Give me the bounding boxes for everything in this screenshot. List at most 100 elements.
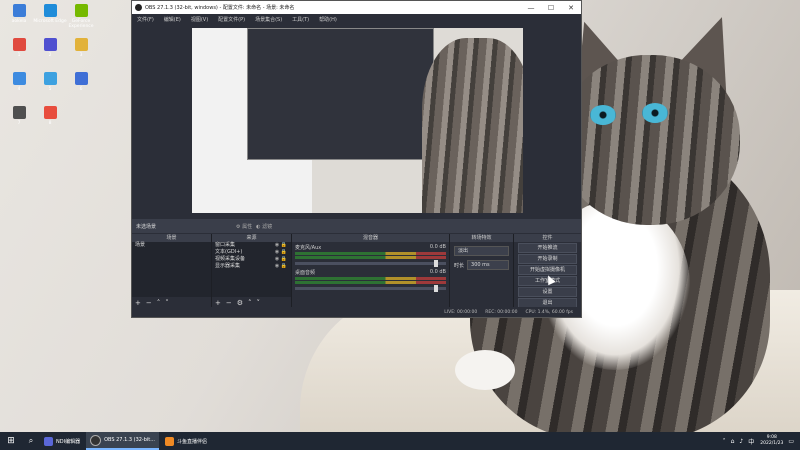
filters-button[interactable]: ◐ 滤镜 [256,223,272,230]
source-label: 窗口采集 [215,242,236,248]
source-settings-icon[interactable]: ⚙ [237,299,243,307]
slider-handle[interactable] [434,260,438,267]
scenes-header: 场景 [132,234,211,242]
visibility-icon[interactable]: ◉ 🔒 [275,263,287,270]
start-button[interactable]: ⊞ [0,436,22,446]
scene-item[interactable]: 场景 [132,242,211,249]
visibility-icon[interactable]: ◉ 🔒 [275,256,287,263]
source-item[interactable]: 显示器采集 ◉ 🔒 [212,263,291,270]
menu-help[interactable]: 帮助(H) [314,16,342,23]
search-icon[interactable]: ⌕ [22,436,40,446]
menu-view[interactable]: 视图(V) [186,16,213,23]
transitions-header: 转场特效 [450,234,513,242]
start-streaming-button[interactable]: 开始推流 [518,243,577,253]
preview-nested-obs [247,28,434,160]
volume-slider[interactable] [295,285,446,292]
desktop-icon[interactable]: Microsoft Edge [33,4,67,24]
menu-tools[interactable]: 工具(T) [287,16,314,23]
remove-source-button[interactable]: − [226,299,232,307]
visibility-icon[interactable]: ◉ 🔒 [275,242,287,249]
desktop-icon-label: 7 [17,121,21,126]
obs-titlebar[interactable]: OBS 27.1.3 (32-bit, windows) - 配置文件: 未命名… [132,1,581,14]
desktop-icon[interactable]: 5 [33,72,67,92]
maximize-button[interactable]: ☐ [541,4,561,12]
menu-bar: 文件(F) 编辑(E) 视图(V) 配置文件(P) 场景集合(S) 工具(T) … [132,14,581,24]
wallpaper-cat-eye-right [642,103,668,123]
ime-icon[interactable]: 中 [748,437,754,446]
properties-button[interactable]: ⚙ 属性 [236,223,252,230]
desktop-icon[interactable]: aokela [2,4,36,24]
menu-profile[interactable]: 配置文件(P) [213,16,250,23]
start-virtual-camera-button[interactable]: 开始虚拟摄像机 [518,265,577,275]
clock-date: 2022/1/23 [760,441,784,446]
add-scene-button[interactable]: + [135,299,141,307]
menu-edit[interactable]: 编辑(E) [159,16,186,23]
channel-db: 0.0 dB [429,269,446,275]
scene-toolbar: 未选场景 ⚙ 属性 ◐ 滤镜 [132,219,581,233]
desktop-icon[interactable]: 1 [2,38,36,58]
desktop-icon[interactable]: 3 [64,38,98,58]
source-label: 文本(GDI+) [215,249,243,255]
desktop-icon[interactable]: GeForce Experience [64,4,98,29]
move-down-icon[interactable]: ˅ [165,299,169,307]
wallpaper-cat-eye-left [590,105,616,125]
desktop-icon[interactable]: 8 [33,106,67,126]
duration-input[interactable]: 300 ms [467,260,509,270]
preview-canvas[interactable] [192,28,523,213]
desktop-icon[interactable]: 7 [2,106,36,126]
sources-panel: 来源 窗口采集 ◉ 🔒 文本(GDI+) ◉ 🔒 视频采集设备 ◉ 🔒 显示器采集 ◉ … [212,234,292,309]
taskbar-app-ndi[interactable]: NDI编辑器 [40,432,84,450]
filters-label: 滤镜 [262,223,273,230]
cpu-status: CPU: 1.4%, 60.00 fps [525,309,574,315]
close-button[interactable]: ✕ [561,4,581,12]
visibility-icon[interactable]: ◉ 🔒 [275,249,287,256]
desktop-icon[interactable]: 4 [2,72,36,92]
desktop-icon-label: 1 [17,53,21,58]
obs-logo-icon [135,4,142,11]
slider-handle[interactable] [434,285,438,292]
sources-list[interactable]: 窗口采集 ◉ 🔒 文本(GDI+) ◉ 🔒 视频采集设备 ◉ 🔒 显示器采集 ◉ 🔒 [212,242,291,297]
app-icon [74,72,88,85]
taskbar-app-douyu[interactable]: 斗鱼直播伴侣 [161,432,211,450]
move-up-icon[interactable]: ˄ [248,299,252,307]
move-up-icon[interactable]: ˄ [157,299,161,307]
chevron-up-icon[interactable]: ˄ [723,438,726,445]
volume-slider[interactable] [295,260,446,267]
desktop-icon[interactable]: 2 [33,38,67,58]
settings-button[interactable]: 设置 [518,287,577,297]
scenes-list[interactable]: 场景 [132,242,211,297]
source-item[interactable]: 文本(GDI+) ◉ 🔒 [212,249,291,256]
wallpaper-cat-head [560,55,740,225]
clock[interactable]: 9:08 2022/1/23 [760,435,783,447]
obs-app-icon [90,434,102,446]
app-icon [12,72,26,85]
add-source-button[interactable]: + [215,299,221,307]
desktop-icon-label: Microsoft Edge [33,19,67,24]
menu-scene-collection[interactable]: 场景集合(S) [250,16,287,23]
network-icon[interactable]: ⌂ [731,438,735,445]
source-item[interactable]: 窗口采集 ◉ 🔒 [212,242,291,249]
scenes-panel: 场景 场景 + − ˄ ˅ [132,234,212,309]
source-label: 显示器采集 [215,263,241,269]
scene-item-label: 场景 [135,242,146,248]
app-icon [44,436,53,446]
controls-header: 控件 [514,234,581,242]
wallpaper-cat-paw [455,350,515,390]
start-recording-button[interactable]: 开始录制 [518,254,577,264]
notification-icon[interactable]: ▭ [788,438,794,445]
minimize-button[interactable]: — [521,4,541,12]
live-status: LIVE: 00:00:00 [444,309,478,315]
mixer-channel: 麦克风/Aux 0.0 dB [292,242,449,267]
remove-scene-button[interactable]: − [146,299,152,307]
transition-select[interactable]: 淡出 [454,246,509,256]
taskbar-app-label: 斗鱼直播伴侣 [177,438,208,445]
menu-file[interactable]: 文件(F) [132,16,159,23]
taskbar-app-obs[interactable]: OBS 27.1.3 (32-bit... [86,432,160,450]
desktop-icon-label: 4 [17,87,21,92]
volume-icon[interactable]: ♪ [739,438,743,445]
move-down-icon[interactable]: ˅ [257,299,261,307]
desktop-icon[interactable]: 6 [64,72,98,92]
taskbar-app-label: NDI编辑器 [56,438,81,445]
channel-db: 0.0 dB [429,244,446,250]
source-item[interactable]: 视频采集设备 ◉ 🔒 [212,256,291,263]
